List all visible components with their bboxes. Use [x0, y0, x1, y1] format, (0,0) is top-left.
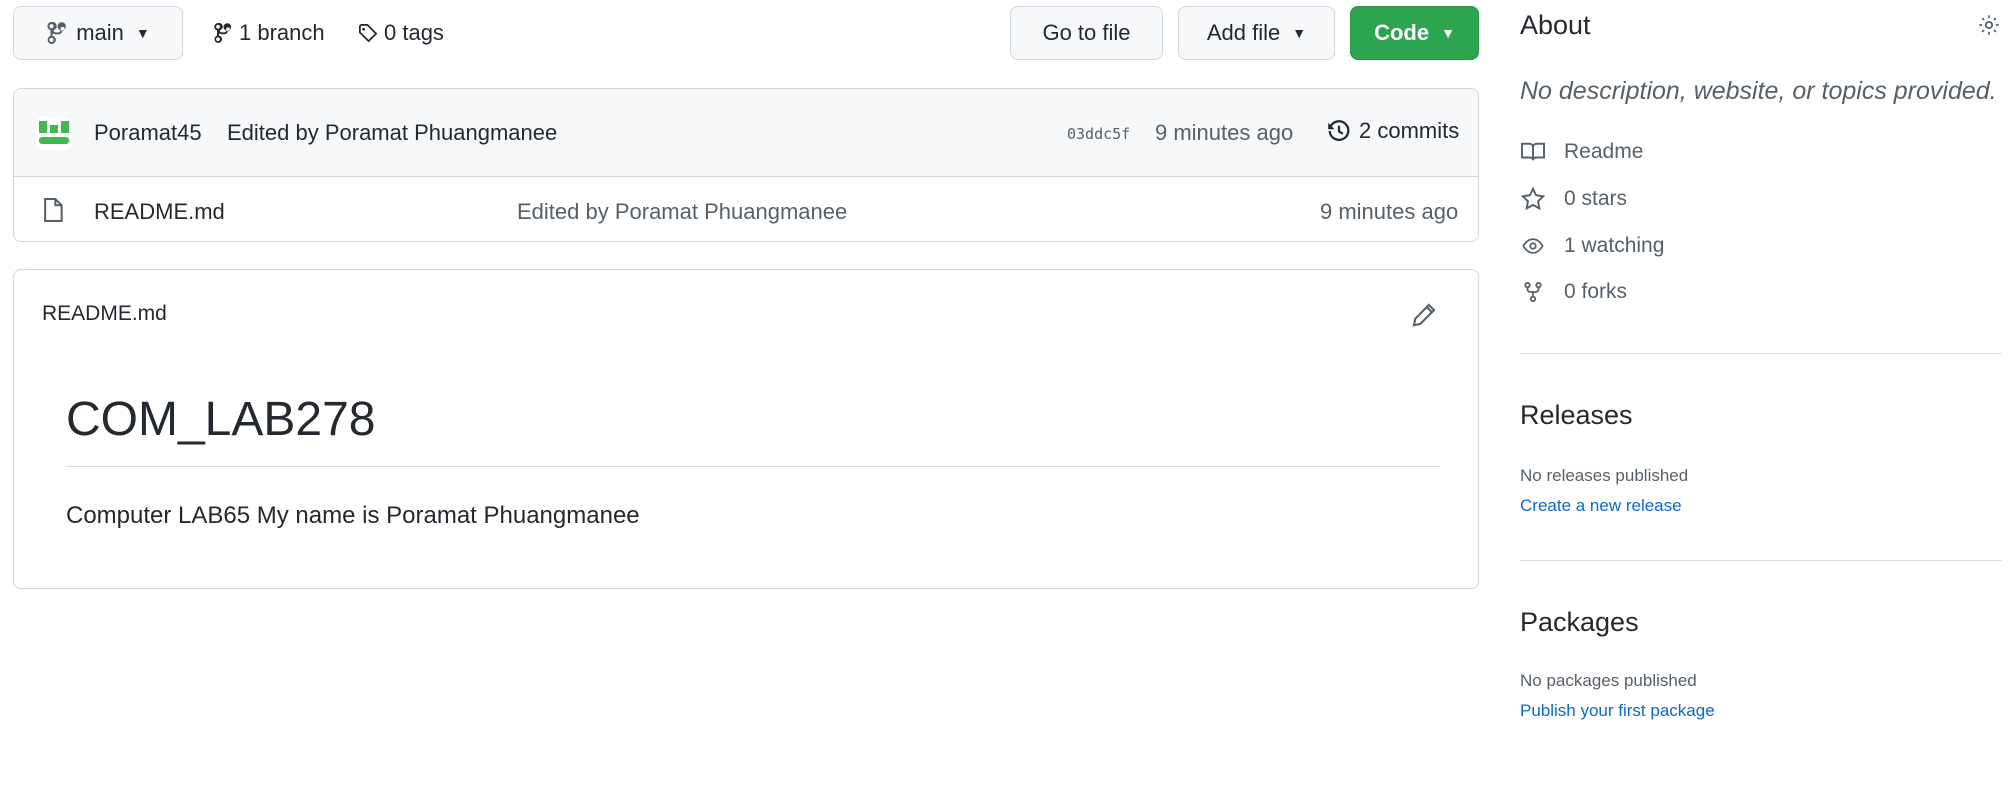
file-icon — [42, 197, 64, 223]
branch-name: main — [76, 20, 124, 45]
latest-commit-row: Poramat45 Edited by Poramat Phuangmanee … — [14, 89, 1478, 177]
packages-empty-text: No packages published — [1520, 671, 1697, 690]
pencil-icon[interactable] — [1411, 302, 1437, 328]
sidebar-divider — [1520, 560, 2002, 561]
repo-description: No description, website, or topics provi… — [1520, 77, 1997, 105]
tag-icon — [358, 23, 378, 43]
code-label: Code — [1374, 20, 1430, 45]
watching-label: 1 watching — [1564, 234, 1665, 257]
branch-select-button[interactable]: main ▼ — [13, 6, 183, 60]
file-commit-time: 9 minutes ago — [1320, 199, 1459, 224]
file-commit-message[interactable]: Edited by Poramat Phuangmanee — [517, 199, 847, 225]
stars-label: 0 stars — [1564, 187, 1628, 210]
create-release-link[interactable]: Create a new release — [1520, 496, 1682, 516]
file-list: Poramat45 Edited by Poramat Phuangmanee … — [13, 88, 1479, 242]
fork-icon — [1520, 281, 1546, 303]
avatar-icon[interactable] — [36, 117, 72, 149]
watching-link[interactable]: 1 watching — [1520, 234, 1664, 258]
releases-title[interactable]: Releases — [1520, 400, 1633, 431]
readme-label: Readme — [1564, 140, 1644, 163]
tag-count: 0 tags — [384, 20, 444, 45]
chevron-down-icon: ▼ — [1292, 25, 1307, 41]
branch-icon — [213, 23, 233, 43]
go-to-file-button[interactable]: Go to file — [1010, 6, 1163, 60]
forks-label: 0 forks — [1564, 280, 1628, 303]
readme-heading: COM_LAB278 — [66, 393, 376, 446]
commit-message[interactable]: Edited by Poramat Phuangmanee — [227, 120, 557, 146]
branch-icon — [46, 22, 68, 44]
commits-count: 2 commits — [1359, 118, 1460, 143]
publish-package-link[interactable]: Publish your first package — [1520, 701, 1715, 721]
sidebar-divider — [1520, 353, 2002, 354]
readme-body: Computer LAB65 My name is Poramat Phuang… — [66, 502, 640, 529]
stars-link[interactable]: 0 stars — [1520, 187, 1627, 211]
branches-link[interactable]: 1 branch — [213, 20, 325, 46]
add-file-label: Add file — [1206, 20, 1281, 45]
chevron-down-icon: ▼ — [135, 25, 150, 41]
readme-panel: README.md COM_LAB278 Computer LAB65 My n… — [13, 269, 1479, 589]
forks-link[interactable]: 0 forks — [1520, 280, 1627, 304]
add-file-button[interactable]: Add file ▼ — [1178, 6, 1335, 60]
star-icon — [1520, 187, 1546, 211]
history-icon — [1327, 119, 1351, 143]
gear-icon[interactable] — [1978, 14, 2000, 36]
commits-link[interactable]: 2 commits — [1327, 118, 1459, 144]
file-name[interactable]: README.md — [94, 199, 225, 225]
packages-title[interactable]: Packages — [1520, 607, 1639, 638]
commit-author[interactable]: Poramat45 — [94, 120, 202, 146]
tags-link[interactable]: 0 tags — [358, 20, 444, 46]
chevron-down-icon: ▼ — [1441, 25, 1455, 41]
file-row[interactable]: README.md Edited by Poramat Phuangmanee … — [14, 177, 1478, 241]
book-icon — [1520, 141, 1546, 163]
commit-time: 9 minutes ago — [1155, 120, 1294, 145]
readme-heading-underline — [66, 466, 1440, 467]
eye-icon — [1520, 235, 1546, 257]
commit-sha[interactable]: 03ddc5f — [1067, 125, 1130, 143]
code-button[interactable]: Code ▼ — [1350, 6, 1479, 60]
releases-empty-text: No releases published — [1520, 466, 1689, 485]
branch-count: 1 branch — [239, 20, 325, 45]
readme-filename[interactable]: README.md — [42, 302, 167, 326]
about-title: About — [1520, 10, 1591, 40]
readme-link[interactable]: Readme — [1520, 140, 1643, 164]
